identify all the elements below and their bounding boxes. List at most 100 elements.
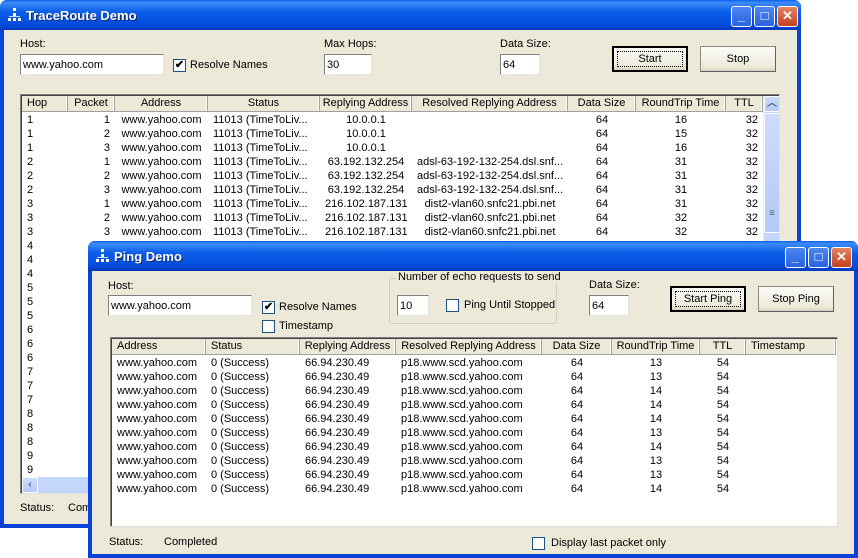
table-cell: 0 (Success) bbox=[211, 399, 270, 411]
table-cell: 15 bbox=[674, 128, 688, 140]
column-header[interactable]: TTL bbox=[700, 339, 746, 355]
table-cell: p18.www.scd.yahoo.com bbox=[401, 371, 523, 383]
table-cell: dist2-vlan60.snfc21.pbi.net bbox=[424, 212, 556, 224]
table-cell: 11013 (TimeToLiv... bbox=[213, 212, 308, 224]
table-cell: 10.0.0.1 bbox=[346, 114, 386, 126]
column-header[interactable]: Resolved Replying Address bbox=[396, 339, 542, 355]
column-header[interactable]: RoundTrip Time bbox=[636, 96, 726, 112]
timestamp-checkbox[interactable] bbox=[262, 320, 275, 333]
column-header[interactable]: Data Size bbox=[542, 339, 612, 355]
table-row[interactable]: www.yahoo.com 0 (Success) 66.94.230.49 p18.… bbox=[112, 454, 837, 468]
table-cell: 5 bbox=[27, 296, 34, 308]
column-header[interactable]: Status bbox=[208, 96, 320, 112]
column-header[interactable]: Status bbox=[206, 339, 300, 355]
table-cell: 4 bbox=[27, 254, 34, 266]
table-cell: www.yahoo.com bbox=[117, 441, 198, 453]
column-header[interactable]: Replying Address bbox=[320, 96, 412, 112]
stop-button[interactable]: Stop bbox=[700, 46, 776, 72]
column-header[interactable]: Timestamp bbox=[746, 339, 836, 355]
table-row[interactable]: www.yahoo.com 0 (Success) 66.94.230.49 p18.… bbox=[112, 468, 837, 482]
table-row[interactable]: 1 3 www.yahoo.com 11013 (TimeToLiv... 10.0.0… bbox=[22, 141, 779, 155]
table-cell: 3 bbox=[103, 226, 110, 238]
table-cell: 11013 (TimeToLiv... bbox=[213, 128, 308, 140]
table-cell: 0 (Success) bbox=[211, 371, 270, 383]
column-header[interactable]: Resolved Replying Address bbox=[412, 96, 568, 112]
ping-until-stopped-label[interactable]: Ping Until Stopped bbox=[464, 299, 555, 311]
stop-ping-button[interactable]: Stop Ping bbox=[758, 286, 834, 312]
display-last-packet-label[interactable]: Display last packet only bbox=[551, 537, 666, 549]
display-last-packet-checkbox[interactable] bbox=[532, 537, 545, 550]
table-cell: p18.www.scd.yahoo.com bbox=[401, 441, 523, 453]
table-cell: 2 bbox=[27, 156, 34, 168]
host-input[interactable] bbox=[108, 295, 252, 316]
table-cell: 0 (Success) bbox=[211, 385, 270, 397]
table-row[interactable]: 2 3 www.yahoo.com 11013 (TimeToLiv... 63.192… bbox=[22, 183, 779, 197]
table-row[interactable]: www.yahoo.com 0 (Success) 66.94.230.49 p18.… bbox=[112, 440, 837, 454]
table-cell: 3 bbox=[103, 184, 110, 196]
start-ping-button[interactable]: Start Ping bbox=[670, 286, 746, 312]
scroll-left-button[interactable]: ‹ bbox=[22, 477, 38, 493]
table-row[interactable]: 1 1 www.yahoo.com 11013 (TimeToLiv... 10.0.0… bbox=[22, 113, 779, 127]
ping-titlebar[interactable]: Ping Demo _ □ ✕ bbox=[88, 241, 858, 271]
resolve-names-checkbox[interactable]: ✔ bbox=[262, 301, 275, 314]
table-cell: p18.www.scd.yahoo.com bbox=[401, 357, 523, 369]
column-header[interactable]: Hop bbox=[22, 96, 68, 112]
minimize-button[interactable]: _ bbox=[785, 247, 806, 268]
table-row[interactable]: www.yahoo.com 0 (Success) 66.94.230.49 p18.… bbox=[112, 412, 837, 426]
resolve-names-label[interactable]: Resolve Names bbox=[279, 301, 357, 313]
start-button[interactable]: Start bbox=[612, 46, 688, 72]
ping-results-list[interactable]: Address Status Replying Address Resolved Re… bbox=[110, 337, 838, 527]
column-header[interactable]: Data Size bbox=[568, 96, 636, 112]
data-size-input[interactable] bbox=[589, 295, 629, 316]
column-header[interactable]: Replying Address bbox=[300, 339, 396, 355]
table-row[interactable]: 3 3 www.yahoo.com 11013 (TimeToLiv... 216.10… bbox=[22, 225, 779, 239]
table-row[interactable]: 2 2 www.yahoo.com 11013 (TimeToLiv... 63.192… bbox=[22, 169, 779, 183]
max-hops-input[interactable] bbox=[324, 54, 372, 75]
host-input[interactable] bbox=[20, 54, 164, 75]
table-cell: 64 bbox=[570, 441, 584, 453]
column-header[interactable]: Packet bbox=[68, 96, 115, 112]
table-cell: www.yahoo.com bbox=[121, 114, 202, 126]
table-cell: 1 bbox=[103, 198, 110, 210]
scroll-up-button[interactable]: ︿ bbox=[764, 96, 779, 112]
resolve-names-label[interactable]: Resolve Names bbox=[190, 59, 268, 71]
scroll-thumb[interactable]: ≡ bbox=[764, 113, 779, 233]
table-cell: 9 bbox=[27, 450, 34, 462]
table-cell: 64 bbox=[570, 455, 584, 467]
maximize-button[interactable]: □ bbox=[754, 6, 775, 27]
maximize-button[interactable]: □ bbox=[808, 247, 829, 268]
close-button[interactable]: ✕ bbox=[831, 247, 852, 268]
table-row[interactable]: 3 1 www.yahoo.com 11013 (TimeToLiv... 216.10… bbox=[22, 197, 779, 211]
table-cell: 64 bbox=[595, 142, 609, 154]
table-row[interactable]: www.yahoo.com 0 (Success) 66.94.230.49 p18.… bbox=[112, 426, 837, 440]
table-row[interactable]: 1 2 www.yahoo.com 11013 (TimeToLiv... 10.0.0… bbox=[22, 127, 779, 141]
table-row[interactable]: 2 1 www.yahoo.com 11013 (TimeToLiv... 63.192… bbox=[22, 155, 779, 169]
table-row[interactable]: www.yahoo.com 0 (Success) 66.94.230.49 p18.… bbox=[112, 370, 837, 384]
table-cell: 3 bbox=[27, 226, 34, 238]
timestamp-label[interactable]: Timestamp bbox=[279, 320, 333, 332]
traceroute-titlebar[interactable]: TraceRoute Demo _ □ ✕ bbox=[0, 0, 801, 30]
table-row[interactable]: www.yahoo.com 0 (Success) 66.94.230.49 p18.… bbox=[112, 356, 837, 370]
table-cell: 64 bbox=[570, 385, 584, 397]
column-header[interactable]: TTL bbox=[726, 96, 763, 112]
table-cell: 3 bbox=[103, 142, 110, 154]
table-cell: 13 bbox=[649, 455, 663, 467]
column-header[interactable]: Address bbox=[112, 339, 206, 355]
focus-rect bbox=[617, 51, 683, 67]
ping-until-stopped-checkbox[interactable] bbox=[446, 299, 459, 312]
echo-count-input[interactable] bbox=[397, 295, 429, 316]
table-row[interactable]: www.yahoo.com 0 (Success) 66.94.230.49 p18.… bbox=[112, 384, 837, 398]
close-button[interactable]: ✕ bbox=[777, 6, 798, 27]
data-size-input[interactable] bbox=[500, 54, 540, 75]
minimize-button[interactable]: _ bbox=[731, 6, 752, 27]
table-cell: 66.94.230.49 bbox=[305, 427, 370, 439]
table-row[interactable]: 3 2 www.yahoo.com 11013 (TimeToLiv... 216.10… bbox=[22, 211, 779, 225]
table-cell: 66.94.230.49 bbox=[305, 413, 370, 425]
table-cell: 4 bbox=[27, 268, 34, 280]
table-row[interactable]: www.yahoo.com 0 (Success) 66.94.230.49 p18.… bbox=[112, 482, 837, 496]
column-header[interactable]: RoundTrip Time bbox=[612, 339, 700, 355]
column-header[interactable]: Address bbox=[115, 96, 208, 112]
close-icon: ✕ bbox=[836, 249, 847, 264]
resolve-names-checkbox[interactable]: ✔ bbox=[173, 59, 186, 72]
table-row[interactable]: www.yahoo.com 0 (Success) 66.94.230.49 p18.… bbox=[112, 398, 837, 412]
